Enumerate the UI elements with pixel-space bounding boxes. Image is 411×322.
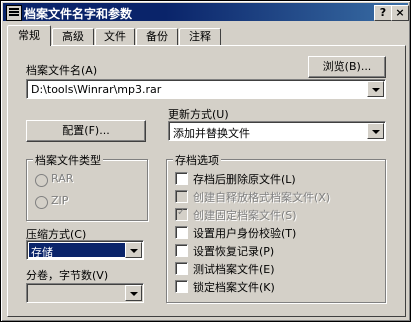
archive-name-label: 档案文件名(A)	[26, 64, 98, 77]
zip-radio[interactable]	[35, 196, 48, 209]
test-archive-label: 测试档案文件(E)	[193, 263, 275, 276]
title-bar[interactable]: 档案文件名字和参数 ? ×	[3, 3, 409, 21]
config-button[interactable]: 配置(F)...	[26, 120, 146, 142]
chevron-down-icon[interactable]	[367, 123, 384, 139]
general-tab-panel: 档案文件名(A) 浏览(B)... D:\tools\Winrar\mp3.ra…	[7, 45, 406, 317]
archive-type-title: 档案文件类型	[33, 152, 103, 168]
tab-general[interactable]: 常规	[7, 25, 51, 46]
delete-after-archiving-label: 存档后删除原文件(L)	[193, 173, 296, 186]
zip-label: ZIP	[51, 194, 69, 207]
archive-name-combobox[interactable]: D:\tools\Winrar\mp3.rar	[26, 79, 386, 99]
create-solid-checkbox[interactable]: ✓	[175, 207, 188, 221]
update-mode-label: 更新方式(U)	[168, 108, 229, 121]
test-archive-checkbox[interactable]	[175, 262, 188, 275]
recovery-record-checkbox[interactable]	[175, 244, 188, 257]
archive-options-title: 存档选项	[173, 152, 221, 168]
recovery-record-label: 设置恢复记录(P)	[193, 245, 275, 258]
help-button[interactable]: ?	[374, 5, 392, 21]
archive-name-value: D:\tools\Winrar\mp3.rar	[31, 83, 162, 96]
create-solid-label: 创建固定档案文件(S)	[193, 209, 297, 222]
compression-value: 存储	[31, 246, 53, 259]
volume-combobox[interactable]	[26, 283, 144, 303]
authenticity-check-checkbox[interactable]	[175, 226, 188, 239]
rar-label: RAR	[51, 172, 74, 185]
tab-files[interactable]: 文件	[95, 28, 135, 46]
tab-comment[interactable]: 注释	[179, 28, 221, 46]
window-title: 档案文件名字和参数	[24, 7, 133, 21]
compression-select[interactable]: 存储	[26, 240, 144, 260]
update-mode-select[interactable]: 添加并替换文件	[168, 121, 386, 141]
lock-archive-label: 锁定档案文件(K)	[193, 281, 275, 294]
archive-options-group: 存档选项 存档后删除原文件(L) 创建自释放格式档案文件(X) ✓ 创建固定档案…	[166, 152, 386, 303]
create-sfx-checkbox[interactable]	[175, 190, 188, 203]
tab-backup[interactable]: 备份	[136, 28, 178, 46]
chevron-down-icon[interactable]	[125, 285, 142, 301]
archive-type-group: 档案文件类型 RAR ZIP	[26, 152, 148, 221]
volume-label: 分卷，字节数(V)	[26, 269, 109, 282]
dialog-window: 档案文件名字和参数 ? × 常规 高级 文件 备份 注释 档案文件名(A) 浏览…	[0, 0, 411, 322]
close-button[interactable]: ×	[391, 5, 409, 21]
create-sfx-label: 创建自释放格式档案文件(X)	[193, 191, 331, 204]
authenticity-check-label: 设置用户身份校验(T)	[193, 227, 297, 240]
checkmark-icon: ✓	[177, 207, 186, 218]
chevron-down-icon[interactable]	[367, 81, 384, 97]
winrar-app-icon	[6, 5, 22, 21]
chevron-down-icon[interactable]	[125, 242, 142, 258]
lock-archive-checkbox[interactable]	[175, 280, 188, 293]
rar-radio[interactable]	[35, 174, 48, 187]
browse-button[interactable]: 浏览(B)...	[308, 56, 386, 78]
tab-advanced[interactable]: 高级	[52, 28, 94, 46]
update-mode-value: 添加并替换文件	[173, 127, 250, 140]
delete-after-archiving-checkbox[interactable]	[175, 172, 188, 185]
